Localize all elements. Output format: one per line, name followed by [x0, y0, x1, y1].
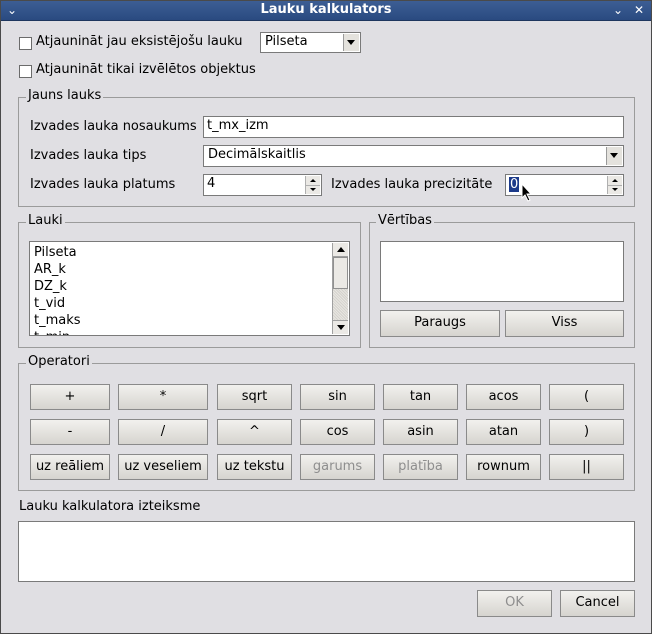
- to-text-button[interactable]: uz tekstu: [217, 454, 292, 480]
- to-integer-button[interactable]: uz veseliem: [118, 454, 208, 480]
- field-width-label: Izvades lauka platums: [30, 177, 176, 192]
- operator-plus-button[interactable]: +: [30, 384, 110, 410]
- minimize-icon[interactable]: ⌄: [610, 2, 626, 18]
- spin-up-icon[interactable]: [306, 176, 320, 185]
- list-item[interactable]: Pilseta: [34, 245, 77, 260]
- area-button: platība: [383, 454, 458, 480]
- title-bar: ⌄ Lauku kalkulators ⌄ ✕: [1, 1, 651, 21]
- field-type-value: Decimālskaitlis: [208, 147, 306, 162]
- operator-open-paren-button[interactable]: (: [549, 384, 624, 410]
- operator-tan-button[interactable]: tan: [383, 384, 458, 410]
- field-type-select[interactable]: Decimālskaitlis: [203, 145, 624, 167]
- window-title: Lauku kalkulators: [260, 2, 392, 17]
- width-spin-buttons[interactable]: [305, 176, 320, 194]
- update-selected-label: Atjaunināt tikai izvēlētos objektus: [36, 62, 256, 77]
- all-values-button[interactable]: Viss: [505, 310, 624, 337]
- values-list[interactable]: [380, 241, 624, 302]
- field-name-label: Izvades lauka nosaukums: [30, 119, 197, 134]
- operator-power-button[interactable]: ^: [217, 419, 292, 445]
- chevron-down-icon[interactable]: [343, 34, 359, 51]
- operators-group-label: Operatori: [26, 354, 92, 369]
- to-real-button[interactable]: uz reāliem: [30, 454, 110, 480]
- field-name-input[interactable]: t_mx_izm: [203, 116, 624, 138]
- operator-sin-button[interactable]: sin: [300, 384, 375, 410]
- close-icon[interactable]: ✕: [631, 2, 647, 18]
- list-item[interactable]: AR_k: [34, 262, 66, 277]
- field-width-spinbox[interactable]: 4: [203, 174, 322, 196]
- cancel-button[interactable]: Cancel: [560, 590, 635, 617]
- field-name-value: t_mx_izm: [207, 118, 269, 133]
- new-field-group-label: Jauns lauks: [26, 88, 104, 103]
- field-precision-value: 0: [509, 177, 520, 192]
- length-button: garums: [300, 454, 375, 480]
- scroll-up-icon[interactable]: [333, 243, 348, 257]
- fields-scrollbar[interactable]: [332, 243, 348, 334]
- update-existing-checkbox[interactable]: [19, 37, 32, 50]
- calculator-window: ⌄ Lauku kalkulators ⌄ ✕ Atjaunināt jau e…: [0, 0, 652, 634]
- update-existing-label: Atjaunināt jau eksistējošu lauku: [36, 34, 243, 49]
- scroll-down-icon[interactable]: [333, 320, 348, 334]
- ok-button: OK: [477, 590, 552, 617]
- spin-down-icon[interactable]: [608, 185, 622, 195]
- fields-group-label: Lauki: [26, 213, 65, 228]
- expression-label: Lauku kalkulatora izteiksme: [19, 499, 201, 514]
- list-item[interactable]: t_min: [34, 330, 70, 335]
- precision-spin-buttons[interactable]: [607, 176, 622, 194]
- operator-atan-button[interactable]: atan: [466, 419, 541, 445]
- field-type-label: Izvades lauka tips: [30, 148, 147, 163]
- update-selected-checkbox[interactable]: [19, 65, 32, 78]
- operator-close-paren-button[interactable]: ): [549, 419, 624, 445]
- operator-sqrt-button[interactable]: sqrt: [217, 384, 292, 410]
- operator-minus-button[interactable]: -: [30, 419, 110, 445]
- list-item[interactable]: t_maks: [34, 313, 81, 328]
- rownum-button[interactable]: rownum: [466, 454, 541, 480]
- operator-multiply-button[interactable]: *: [118, 384, 208, 410]
- field-width-value: 4: [207, 176, 216, 191]
- operator-cos-button[interactable]: cos: [300, 419, 375, 445]
- list-item[interactable]: t_vid: [34, 296, 65, 311]
- spin-up-icon[interactable]: [608, 176, 622, 185]
- field-precision-label: Izvades lauka precizitāte: [331, 177, 493, 192]
- operator-asin-button[interactable]: asin: [383, 419, 458, 445]
- operator-acos-button[interactable]: acos: [466, 384, 541, 410]
- mouse-cursor-icon: [521, 183, 533, 202]
- operator-divide-button[interactable]: /: [118, 419, 208, 445]
- values-group-label: Vērtības: [376, 213, 434, 228]
- existing-field-value: Pilseta: [265, 34, 308, 49]
- existing-field-select[interactable]: Pilseta: [260, 32, 361, 53]
- spin-down-icon[interactable]: [306, 185, 320, 195]
- chevron-down-icon[interactable]: [606, 147, 622, 165]
- sample-button[interactable]: Paraugs: [380, 310, 500, 337]
- expression-textarea[interactable]: [18, 521, 635, 582]
- list-item[interactable]: DZ_k: [34, 279, 67, 294]
- scroll-thumb[interactable]: [333, 257, 348, 289]
- concat-button[interactable]: ||: [549, 454, 624, 480]
- fields-list[interactable]: Pilseta AR_k DZ_k t_vid t_maks t_min: [29, 241, 350, 336]
